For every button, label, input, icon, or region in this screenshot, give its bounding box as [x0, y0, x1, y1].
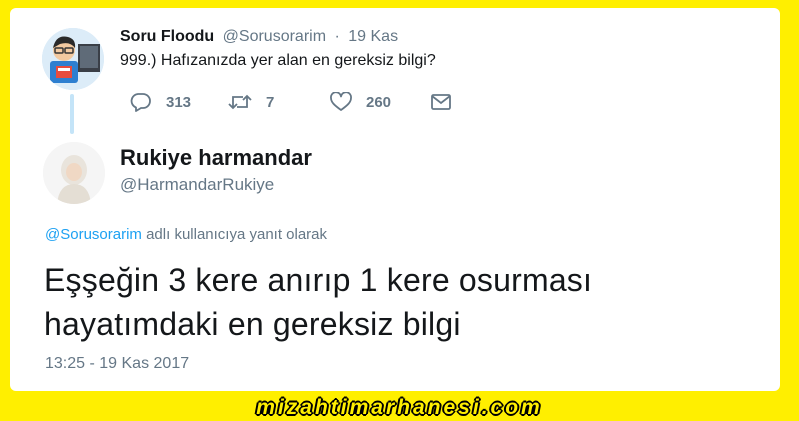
- direct-message-button[interactable]: [430, 92, 452, 112]
- parent-tweet[interactable]: Soru Floodu @Sorusorarim · 19 Kas 999.) …: [10, 8, 780, 138]
- avatar[interactable]: [42, 28, 104, 90]
- parent-tweet-date[interactable]: 19 Kas: [348, 28, 398, 45]
- reply-mention-link[interactable]: @Sorusorarim: [45, 226, 142, 243]
- like-count: 260: [366, 93, 392, 111]
- site-watermark: mizahtimarhanesi.com: [256, 396, 543, 419]
- thread-connector: [70, 94, 74, 134]
- avatar-illustration: [42, 28, 104, 90]
- parent-author-name[interactable]: Soru Floodu: [120, 28, 214, 45]
- reply-button[interactable]: 313: [130, 92, 191, 112]
- tweet-timestamp[interactable]: 13:25 - 19 Kas 2017: [45, 355, 189, 373]
- avatar-illustration: [43, 142, 105, 204]
- parent-tweet-header: Soru Floodu @Sorusorarim · 19 Kas: [120, 28, 398, 46]
- retweet-icon: [228, 94, 252, 110]
- author-name[interactable]: Rukiye harmandar: [120, 145, 312, 171]
- separator-dot: ·: [334, 28, 340, 45]
- parent-author-handle[interactable]: @Sorusorarim: [223, 28, 326, 45]
- author-handle[interactable]: @HarmandarRukiye: [120, 175, 274, 195]
- reply-count: 313: [166, 93, 192, 111]
- reply-context-text: adlı kullanıcıya yanıt olarak: [141, 226, 328, 243]
- retweet-button[interactable]: 7: [228, 92, 274, 112]
- like-icon: [330, 92, 352, 111]
- parent-tweet-text: 999.) Hafızanızda yer alan en gereksiz b…: [120, 52, 436, 69]
- tweet-text: Eşşeğin 3 kere anırıp 1 kere osurması ha…: [44, 262, 593, 342]
- tweet-card: Soru Floodu @Sorusorarim · 19 Kas 999.) …: [10, 8, 780, 391]
- reply-icon: [130, 93, 151, 112]
- reply-context: @Sorusorarim adlı kullanıcıya yanıt olar…: [45, 226, 327, 243]
- retweet-count: 7: [266, 93, 275, 111]
- like-button[interactable]: 260: [330, 92, 391, 112]
- avatar[interactable]: [43, 142, 105, 204]
- message-icon: [431, 94, 451, 110]
